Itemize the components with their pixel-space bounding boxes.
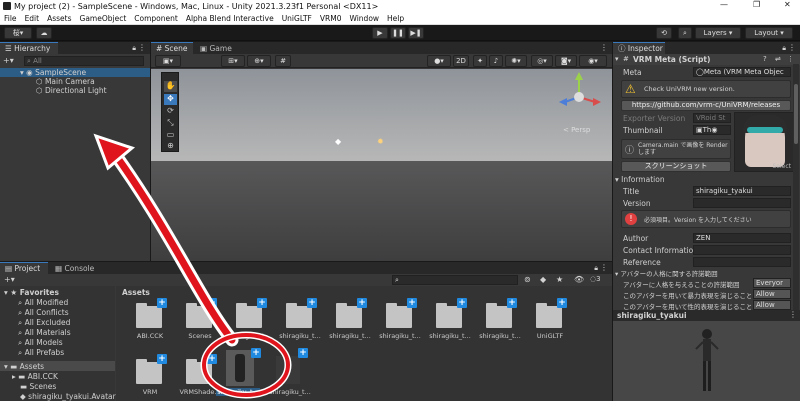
arrow-shaft [108, 146, 236, 344]
highlight-circle [202, 333, 290, 397]
annotation-overlay [93, 133, 292, 399]
